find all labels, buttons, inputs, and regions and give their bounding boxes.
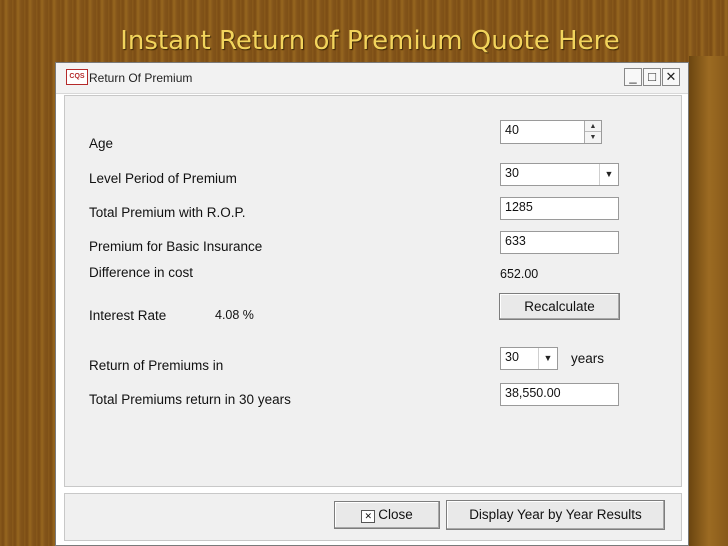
background-decoration — [689, 56, 728, 546]
close-button-label: Close — [378, 507, 413, 522]
spin-up-icon[interactable]: ▲ — [585, 121, 601, 132]
total-return-label: Total Premiums return in 30 years — [89, 392, 291, 407]
level-period-select[interactable]: 30 ▼ — [500, 163, 619, 186]
age-label: Age — [89, 136, 114, 151]
chevron-down-icon[interactable]: ▼ — [599, 164, 618, 185]
minimize-button[interactable]: _ — [624, 68, 642, 86]
total-return-field[interactable]: 38,550.00 — [500, 383, 619, 406]
return-years-value: 30 — [505, 350, 519, 364]
return-in-label: Return of Premiums in — [89, 358, 224, 373]
display-year-results-button[interactable]: Display Year by Year Results — [446, 500, 665, 530]
close-button[interactable]: ✕ Close — [334, 501, 440, 529]
close-window-button[interactable]: ✕ — [662, 68, 680, 86]
level-period-label: Level Period of Premium — [89, 171, 237, 186]
age-value: 40 — [505, 123, 519, 137]
button-bar: ✕ Close Display Year by Year Results — [64, 493, 682, 541]
total-premium-label: Total Premium with R.O.P. — [89, 205, 246, 220]
total-premium-field[interactable]: 1285 — [500, 197, 619, 220]
basic-premium-field[interactable]: 633 — [500, 231, 619, 254]
maximize-button[interactable]: □ — [643, 68, 661, 86]
basic-premium-label: Premium for Basic Insurance — [89, 239, 263, 254]
spin-down-icon[interactable]: ▼ — [585, 132, 601, 143]
level-period-value: 30 — [505, 166, 519, 180]
return-years-select[interactable]: 30 ▼ — [500, 347, 558, 370]
window-titlebar[interactable]: CQS Return Of Premium _ □ ✕ — [56, 63, 688, 94]
window-title: Return Of Premium — [89, 71, 193, 85]
form-panel: Age 40 ▲ ▼ Level Period of Premium 30 ▼ … — [64, 95, 682, 487]
interest-rate-value: 4.08 % — [215, 308, 254, 322]
recalculate-button[interactable]: Recalculate — [499, 293, 620, 320]
slide-title: Instant Return of Premium Quote Here — [120, 26, 620, 56]
age-spinner[interactable]: 40 ▲ ▼ — [500, 120, 602, 144]
return-of-premium-window: CQS Return Of Premium _ □ ✕ Age 40 ▲ ▼ L… — [55, 62, 689, 546]
age-spin-buttons[interactable]: ▲ ▼ — [584, 121, 601, 143]
years-unit-label: years — [571, 351, 605, 366]
difference-value: 652.00 — [500, 267, 539, 281]
close-x-icon: ✕ — [361, 510, 376, 523]
chevron-down-icon[interactable]: ▼ — [538, 348, 557, 369]
app-icon: CQS — [66, 69, 88, 85]
interest-rate-label: Interest Rate — [89, 308, 167, 323]
difference-label: Difference in cost — [89, 265, 194, 280]
